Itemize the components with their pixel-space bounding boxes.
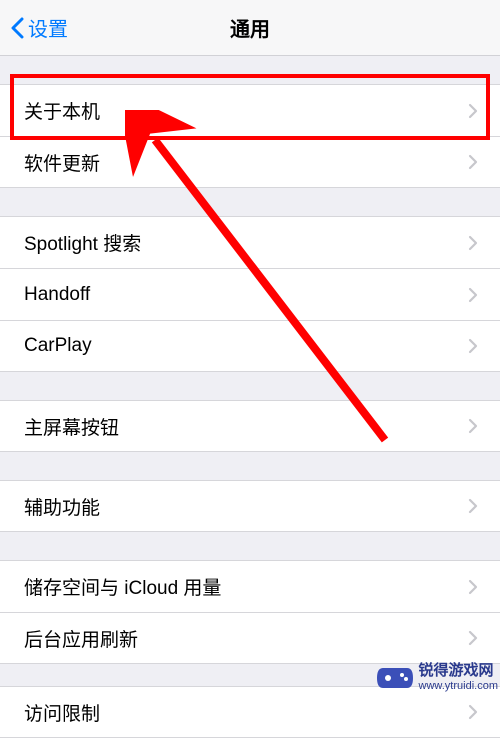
chevron-right-icon — [468, 154, 478, 170]
chevron-right-icon — [468, 704, 478, 720]
row-label: CarPlay — [24, 335, 92, 357]
row-label: Spotlight 搜索 — [24, 229, 141, 256]
chevron-right-icon — [468, 338, 478, 354]
back-button[interactable]: 设置 — [10, 13, 68, 42]
watermark-text: 锐得游戏网 www.ytruidi.com — [419, 663, 498, 692]
chevron-right-icon — [468, 630, 478, 646]
watermark: 锐得游戏网 www.ytruidi.com — [377, 663, 498, 692]
row-spotlight[interactable]: Spotlight 搜索 — [0, 216, 500, 268]
row-label: 软件更新 — [24, 149, 100, 176]
row-label: 主屏幕按钮 — [24, 413, 119, 440]
back-label: 设置 — [28, 13, 68, 42]
section-gap — [0, 452, 500, 480]
row-label: 储存空间与 iCloud 用量 — [24, 573, 221, 600]
chevron-right-icon — [468, 103, 478, 119]
chevron-right-icon — [468, 579, 478, 595]
row-label: 后台应用刷新 — [24, 625, 138, 652]
section-gap — [0, 188, 500, 216]
chevron-right-icon — [468, 418, 478, 434]
row-accessibility[interactable]: 辅助功能 — [0, 480, 500, 532]
watermark-name: 锐得游戏网 — [419, 663, 498, 680]
page-title: 通用 — [0, 13, 500, 42]
section-gap — [0, 56, 500, 84]
section-gap — [0, 372, 500, 400]
chevron-left-icon — [10, 17, 24, 39]
nav-header: 设置 通用 — [0, 0, 500, 56]
section-gap — [0, 532, 500, 560]
row-software-update[interactable]: 软件更新 — [0, 136, 500, 188]
row-carplay[interactable]: CarPlay — [0, 320, 500, 372]
row-home-button[interactable]: 主屏幕按钮 — [0, 400, 500, 452]
row-label: Handoff — [24, 284, 90, 306]
chevron-right-icon — [468, 287, 478, 303]
row-label: 关于本机 — [24, 97, 100, 124]
row-storage[interactable]: 储存空间与 iCloud 用量 — [0, 560, 500, 612]
row-handoff[interactable]: Handoff — [0, 268, 500, 320]
chevron-right-icon — [468, 235, 478, 251]
row-restrictions[interactable]: 访问限制 — [0, 686, 500, 738]
chevron-right-icon — [468, 498, 478, 514]
row-label: 辅助功能 — [24, 493, 100, 520]
row-background-refresh[interactable]: 后台应用刷新 — [0, 612, 500, 664]
row-about[interactable]: 关于本机 — [0, 84, 500, 136]
watermark-url: www.ytruidi.com — [419, 680, 498, 692]
row-label: 访问限制 — [24, 699, 100, 726]
watermark-logo-icon — [377, 664, 413, 692]
